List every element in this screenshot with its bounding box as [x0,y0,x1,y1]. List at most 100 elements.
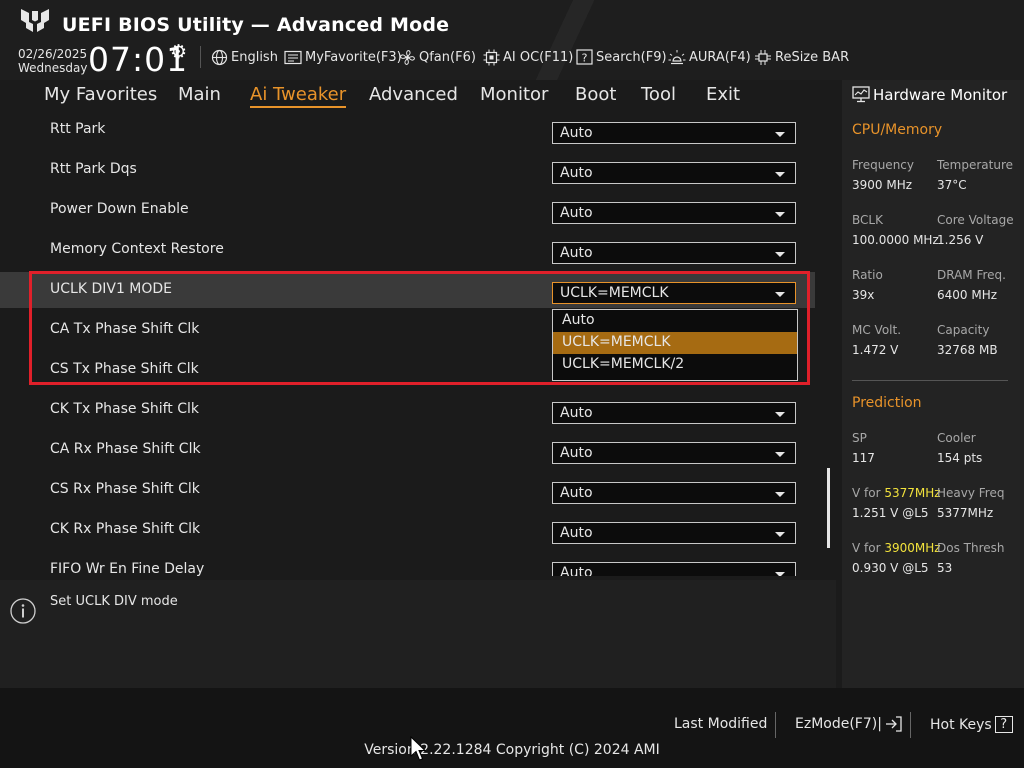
footer-divider [775,712,776,738]
qfan-button[interactable]: Qfan(F6) [399,46,476,68]
resize-bar-label: ReSize BAR [775,49,850,65]
aura-icon [668,49,686,64]
clock-settings-gear-icon[interactable]: ⚙ [170,41,187,63]
svg-text:?: ? [582,52,588,65]
setting-label: Memory Context Restore [50,241,224,257]
dropdown-value: Auto [560,405,593,421]
myfavorite-button[interactable]: MyFavorite(F3) [284,46,402,68]
tuf-logo-icon [21,9,49,39]
setting-row-fifo-wr-en-fine-delay[interactable]: FIFO Wr En Fine Delay Auto [0,552,815,576]
setting-label: Rtt Park Dqs [50,161,137,177]
setting-row-memory-context-restore[interactable]: Memory Context Restore Auto [0,232,815,268]
resize-bar-button[interactable]: ReSize BAR [754,46,849,68]
setting-row-cs-rx-phase-shift-clk[interactable]: CS Rx Phase Shift Clk Auto [0,472,815,508]
v-for-prefix: V for [852,541,885,555]
frequency-label: Frequency [852,158,914,172]
caret-down-icon [775,132,785,137]
footer-divider [910,712,911,738]
setting-row-rtt-park[interactable]: Rtt Park Auto [0,112,815,148]
tab-ai-tweaker[interactable]: Ai Tweaker [250,84,347,108]
setting-row-power-down-enable[interactable]: Power Down Enable Auto [0,192,815,228]
language-button[interactable]: English [211,46,278,68]
dropdown-value: Auto [560,165,593,181]
setting-dropdown[interactable]: Auto [552,562,796,576]
ai-oc-icon [483,49,500,65]
dropdown-value: Auto [560,525,593,541]
toolbar-divider [200,46,201,68]
myfavorite-label: MyFavorite(F3) [305,49,402,65]
ezmode-button[interactable]: EzMode(F7)| [795,716,903,732]
globe-icon [211,49,228,65]
sp-label: SP [852,431,867,445]
dram-freq-value: 6400 MHz [937,288,998,302]
caret-down-icon [775,212,785,217]
setting-dropdown[interactable]: Auto [552,442,796,464]
info-icon [10,598,36,624]
date-display: 02/26/2025 [18,47,88,61]
tab-advanced[interactable]: Advanced [369,84,458,105]
monitor-icon [852,86,870,103]
v-for-prefix: V for [852,486,885,500]
capacity-value: 32768 MB [937,343,998,357]
setting-row-rtt-park-dqs[interactable]: Rtt Park Dqs Auto [0,152,815,188]
last-modified-button[interactable]: Last Modified [674,716,767,732]
core-voltage-label: Core Voltage [937,213,1014,227]
dropdown-value: Auto [560,125,593,141]
caret-down-icon [775,412,785,417]
tab-boot[interactable]: Boot [575,84,616,105]
app-title: UEFI BIOS Utility — Advanced Mode [62,14,450,36]
tab-main[interactable]: Main [178,84,221,105]
dram-freq-label: DRAM Freq. [937,268,1006,282]
v-for-dos-value: 0.930 V @L5 [852,561,929,575]
setting-dropdown[interactable]: Auto [552,402,796,424]
tab-tool[interactable]: Tool [641,84,676,105]
setting-dropdown[interactable]: Auto [552,162,796,184]
search-label: Search(F9) [596,49,667,65]
heavy-freq-label: Heavy Freq [937,486,1005,500]
temperature-value: 37°C [937,178,967,192]
cooler-label: Cooler [937,431,976,445]
aura-button[interactable]: AURA(F4) [668,46,751,68]
hot-keys-label: Hot Keys [930,716,992,733]
mouse-cursor-icon [410,736,426,761]
setting-label: CK Tx Phase Shift Clk [50,401,199,417]
fan-icon [400,49,415,65]
setting-row-ck-rx-phase-shift-clk[interactable]: CK Rx Phase Shift Clk Auto [0,512,815,548]
ai-oc-button[interactable]: AI OC(F11) [483,46,573,68]
setting-dropdown[interactable]: Auto [552,122,796,144]
cpu-memory-heading: CPU/Memory [852,122,943,138]
setting-dropdown[interactable]: Auto [552,522,796,544]
dropdown-value: Auto [560,245,593,261]
setting-row-ca-rx-phase-shift-clk[interactable]: CA Rx Phase Shift Clk Auto [0,432,815,468]
mc-volt-label: MC Volt. [852,323,902,337]
mc-volt-value: 1.472 V [852,343,899,357]
search-icon: ? [576,49,593,65]
qfan-label: Qfan(F6) [419,49,476,65]
temperature-label: Temperature [937,158,1014,172]
core-voltage-value: 1.256 V [937,233,984,247]
dropdown-value: Auto [560,565,593,576]
setting-label: FIFO Wr En Fine Delay [50,561,205,576]
help-text: Set UCLK DIV mode [50,594,178,609]
settings-scrollbar[interactable] [827,468,830,548]
bclk-value: 100.0000 MHz [852,233,939,247]
hardware-monitor-title: Hardware Monitor [873,86,1008,104]
setting-dropdown[interactable]: Auto [552,482,796,504]
hot-keys-button[interactable]: Hot Keys ? [930,716,1013,733]
setting-dropdown[interactable]: Auto [552,202,796,224]
tab-monitor[interactable]: Monitor [480,84,548,105]
dropdown-value: Auto [560,205,593,221]
favorite-icon [284,50,302,64]
aura-label: AURA(F4) [689,49,751,65]
search-button[interactable]: ? Search(F9) [576,46,667,68]
exit-arrow-icon [885,716,902,732]
ai-oc-label: AI OC(F11) [503,49,574,65]
setting-row-ck-tx-phase-shift-clk[interactable]: CK Tx Phase Shift Clk Auto [0,392,815,428]
bclk-label: BCLK [852,213,883,227]
version-text: Version 2.22.1284 Copyright (C) 2024 AMI [364,742,660,758]
heavy-freq-value: 5377MHz [937,506,994,520]
tab-exit[interactable]: Exit [706,84,740,105]
annotation-highlight-box [29,271,810,385]
tab-my-favorites[interactable]: My Favorites [44,84,157,105]
setting-dropdown[interactable]: Auto [552,242,796,264]
